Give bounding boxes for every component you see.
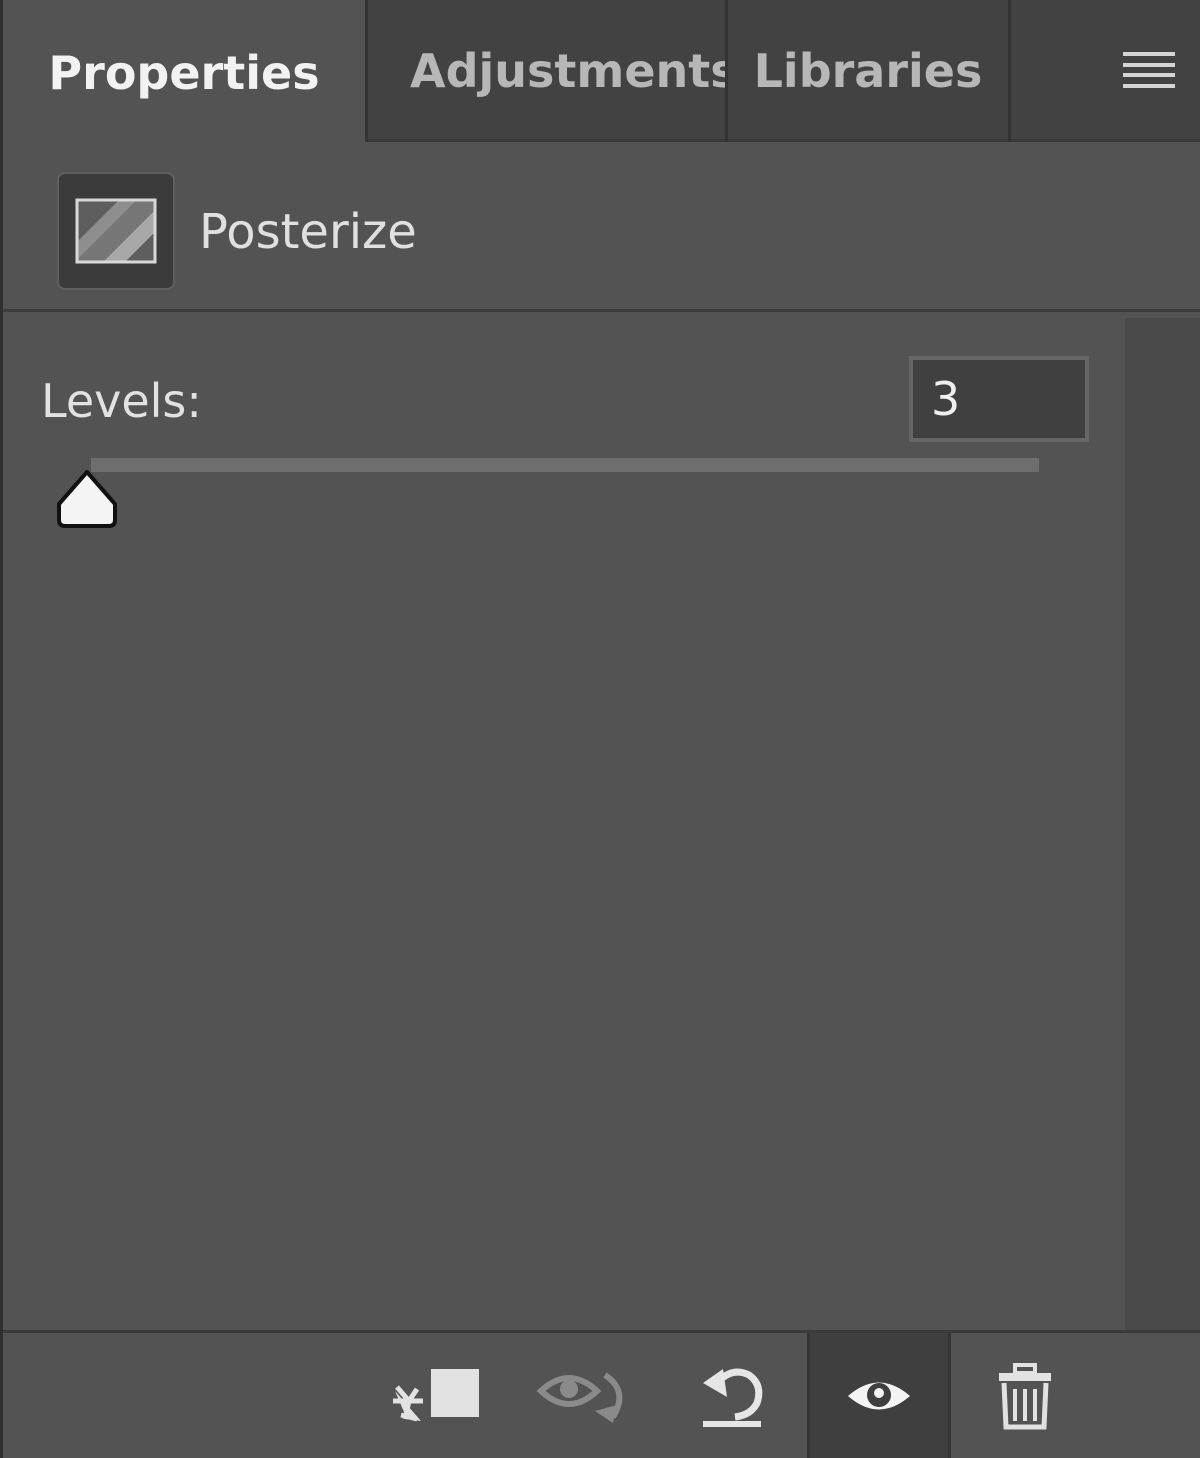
scrollbar-gutter[interactable] [1125, 318, 1200, 1330]
reset-icon [703, 1368, 763, 1427]
delete-icon [999, 1362, 1051, 1429]
hamburger-menu-icon[interactable] [1123, 52, 1175, 88]
tab-properties[interactable]: Properties [3, 0, 368, 145]
tab-libraries[interactable]: Libraries [728, 0, 1011, 142]
panel-footer-toolbar [3, 1330, 1200, 1458]
delete-button[interactable] [979, 1333, 1071, 1458]
reset-button[interactable] [683, 1333, 783, 1458]
view-previous-state-button[interactable] [533, 1333, 637, 1458]
levels-slider-track[interactable] [91, 458, 1039, 472]
levels-label: Levels: [41, 374, 202, 428]
levels-slider-thumb[interactable] [55, 468, 119, 530]
levels-input[interactable] [909, 356, 1089, 442]
properties-panel: Properties Adjustments Libraries Posteri… [0, 0, 1200, 1458]
toggle-visibility-button[interactable] [807, 1333, 951, 1458]
adjustment-header: Posterize [3, 142, 1200, 312]
tab-bar: Properties Adjustments Libraries [3, 0, 1200, 145]
tab-adjustments[interactable]: Adjustments [368, 0, 728, 142]
clip-to-layer-button[interactable] [383, 1333, 487, 1458]
clip-to-layer-icon [393, 1368, 479, 1421]
adjustment-title: Posterize [199, 204, 417, 260]
posterize-adjustment-icon [57, 172, 175, 290]
view-previous-state-icon [536, 1372, 623, 1423]
properties-content: Levels: [3, 318, 1125, 1330]
toggle-visibility-icon [848, 1382, 910, 1409]
